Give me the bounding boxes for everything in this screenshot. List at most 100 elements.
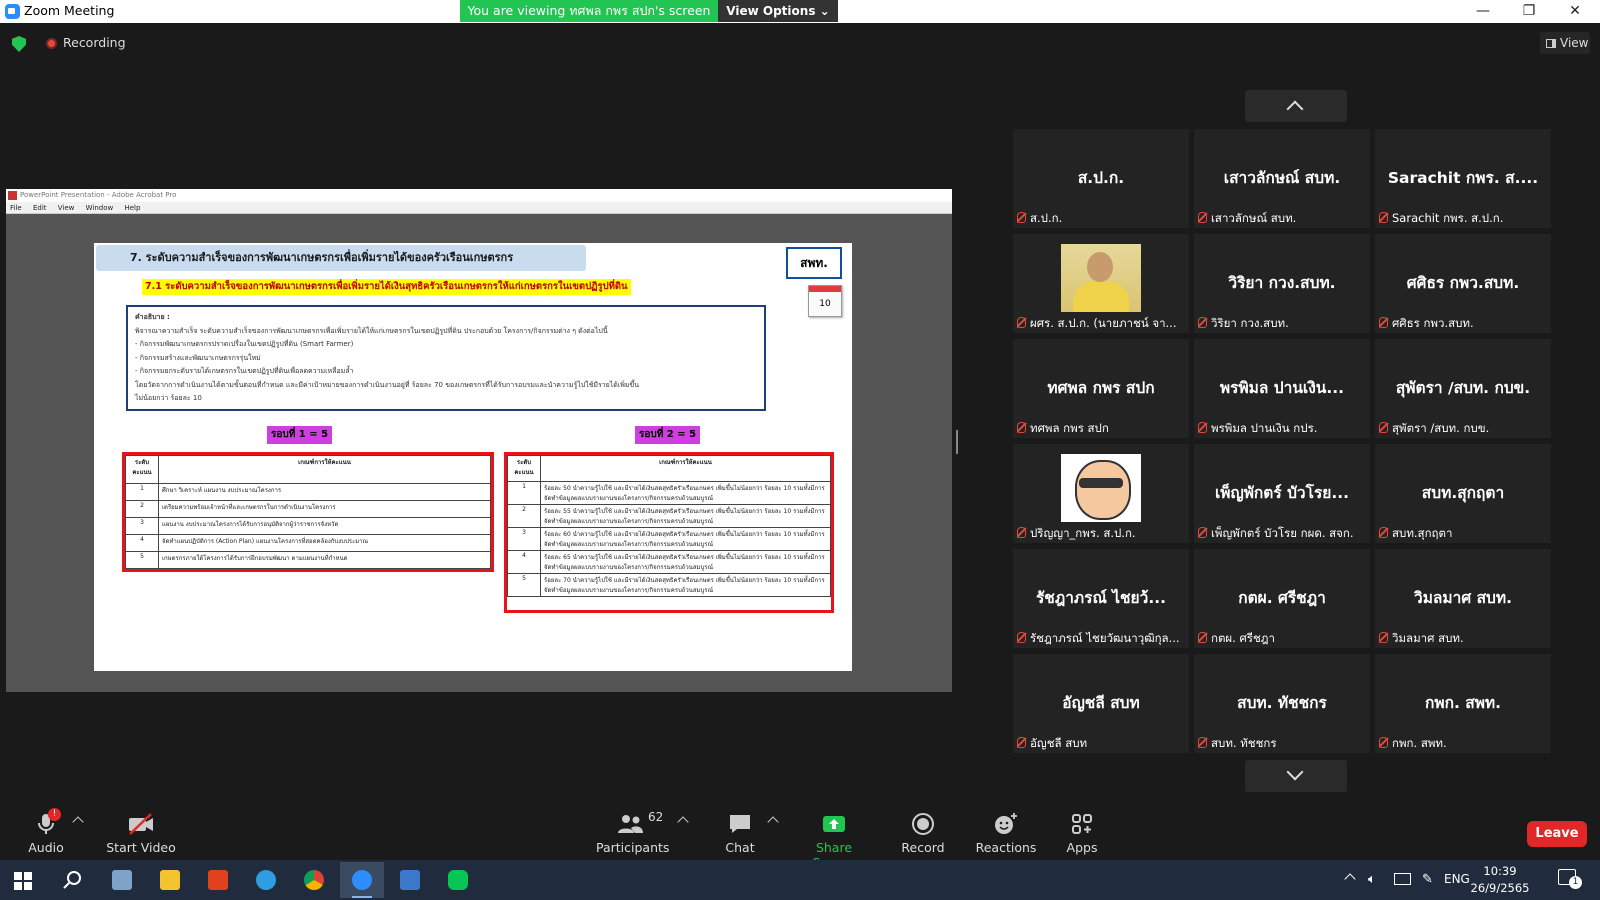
participant-tile[interactable]: อัญชลี สบท อัญชลี สบท [1013,654,1189,753]
participant-tile[interactable]: กพก. สพท. กพก. สพท. [1375,654,1551,753]
description-box: คำอธิบาย : พิจารณาความสำเร็จ ระดับความสำ… [126,305,766,411]
notifications-icon[interactable]: 1 [1558,869,1582,889]
close-button[interactable]: ✕ [1552,0,1598,22]
taskbar-app-office[interactable] [196,862,240,898]
encryption-shield-icon[interactable] [12,36,26,52]
participant-name: พรพิมล ปานเงิน กปร. [1211,421,1318,435]
participant-tile[interactable]: ส.ป.ก. ส.ป.ก. [1013,129,1189,228]
table-cell: ร้อยละ 60 นำความรู้ไปใช้ และมีรายได้เงิน… [540,527,831,551]
table-cell: เตรียมความพร้อมเจ้าหน้าที่และเกษตรกรในกา… [158,500,491,518]
acrobat-menubar: File Edit View Window Help [6,202,952,214]
gallery-prev-button[interactable] [1245,90,1347,122]
taskbar-app-edge[interactable] [244,862,288,898]
chat-label: Chat [725,840,755,855]
table-cell: 3 [507,527,541,551]
recording-label[interactable]: Recording [63,35,126,50]
participant-name: ส.ป.ก. [1030,211,1063,225]
table-header: ระดับคะแนน [125,455,159,484]
participant-display-name: เพ็ญพักตร์ บัวโรย... [1214,484,1350,502]
apps-button[interactable]: Apps [1062,812,1102,855]
record-label: Record [901,840,945,855]
edge-icon [256,870,276,890]
table-cell: 5 [125,551,159,569]
participant-tile[interactable]: ปริญญา_กพร. ส.ป.ก. [1013,444,1189,543]
participant-tile[interactable]: เพ็ญพักตร์ บัวโรย... เพ็ญพักตร์ บัวโรย กผ… [1194,444,1370,543]
table-header: เกณฑ์การให้คะแนน [540,455,831,482]
reactions-button[interactable]: Reactions [973,812,1039,855]
participant-tile[interactable]: รัชฎาภรณ์ ไชยว้... รัชฎาภรณ์ ไชยวัฒนาวุฒิ… [1013,549,1189,648]
pen-icon[interactable]: ✎ [1422,872,1433,887]
participant-name-label: ทศพล กพร สปก [1017,421,1185,436]
table-cell: จัดทำแผนปฏิบัติการ (Action Plan) แผนงานโ… [158,534,491,552]
chat-icon [718,812,762,836]
search-icon[interactable] [62,870,82,890]
audio-options-caret[interactable] [72,816,84,828]
taskbar-app-line[interactable] [436,862,480,898]
participant-tile[interactable]: สบท. ทัชชกร สบท. ทัชชกร [1194,654,1370,753]
participant-tile[interactable]: ผศร. ส.ป.ก. (นายภาชน์ จา... [1013,234,1189,333]
participants-button[interactable]: 62 Participants [596,810,669,855]
office-icon [208,870,228,890]
participant-tile[interactable]: ศศิธร กพว.สบท. ศศิธร กพว.สบท. [1375,234,1551,333]
participant-name: สบท.สุกฤตา [1392,526,1453,540]
muted-mic-icon [1198,737,1207,748]
participant-avatar [1061,454,1141,522]
muted-mic-icon [1017,317,1026,328]
muted-mic-icon [1379,422,1388,433]
view-options-button[interactable]: View Options ⌄ [718,0,838,22]
participant-display-name: Sarachit กพร. ส.... [1387,169,1539,187]
maximize-button[interactable]: ❐ [1506,0,1552,22]
windows-taskbar [0,860,1600,900]
participant-tile[interactable]: กตผ. ศรีชฎา กตผ. ศรีชฎา [1194,549,1370,648]
participant-tile[interactable]: Sarachit กพร. ส.... Sarachit กพร. ส.ป.ก. [1375,129,1551,228]
participant-tile[interactable]: สบท.สุกฤตา สบท.สุกฤตา [1375,444,1551,543]
participant-name: ปริญญา_กพร. ส.ป.ก. [1030,526,1136,540]
participant-tile[interactable]: วิริยา กวง.สบท. วิริยา กวง.สบท. [1194,234,1370,333]
taskbar-app-monitor[interactable] [100,862,144,898]
share-screen-icon [798,812,870,836]
participant-tile[interactable]: สุพัตรา /สบท. กบข. สุพัตรา /สบท. กบข. [1375,339,1551,438]
participant-name: อัญชลี สบท [1030,736,1088,750]
chat-options-caret[interactable] [767,816,779,828]
participant-display-name: ทศพล กพร สปก [1047,379,1155,397]
gallery-next-button[interactable] [1245,760,1347,792]
participant-name-label: ผศร. ส.ป.ก. (นายภาชน์ จา... [1017,316,1185,331]
start-video-button[interactable]: Start Video [106,812,176,855]
participant-tile[interactable]: ทศพล กพร สปก ทศพล กพร สปก [1013,339,1189,438]
table-cell: 5 [507,573,541,597]
taskbar-app-zoom[interactable] [340,862,384,898]
minimize-button[interactable]: — [1460,0,1506,22]
participant-display-name: สบท. ทัชชกร [1237,694,1327,712]
participant-tile[interactable]: พรพิมล ปานเงิน... พรพิมล ปานเงิน กปร. [1194,339,1370,438]
leave-button[interactable]: Leave [1527,821,1587,847]
participant-display-name: ส.ป.ก. [1077,169,1125,187]
participant-name: ทศพล กพร สปก [1030,421,1109,435]
record-button[interactable]: Record [898,812,948,855]
speaker-icon[interactable]: 🔈︎ [1368,872,1376,887]
photos-icon [400,870,420,890]
recording-icon [46,38,57,49]
participants-icon: 62 [596,810,666,836]
video-off-icon [106,812,176,836]
audio-button[interactable]: ! Audio [24,808,68,855]
participants-options-caret[interactable] [677,816,689,828]
split-handle[interactable] [956,430,958,454]
taskbar-app-chrome[interactable] [292,862,336,898]
participant-display-name: กตผ. ศรีชฎา [1238,589,1326,607]
participant-display-name: สุพัตรา /สบท. กบข. [1395,379,1531,397]
windows-start-icon[interactable] [14,872,32,890]
view-button[interactable]: View [1540,32,1590,54]
muted-mic-icon [1198,317,1207,328]
participant-name-label: เพ็ญพักตร์ บัวโรย กผด. สจก. [1198,526,1366,541]
participant-tile[interactable]: เสาวลักษณ์ สบท. เสาวลักษณ์ สบท. [1194,129,1370,228]
participant-display-name: กพก. สพท. [1424,694,1502,712]
muted-mic-icon [1017,527,1026,538]
taskbar-app-photos[interactable] [388,862,432,898]
network-icon[interactable] [1394,873,1411,885]
chat-button[interactable]: Chat [718,812,762,855]
participant-tile[interactable]: วิมลมาศ สบท. วิมลมาศ สบท. [1375,549,1551,648]
participant-name: วิริยา กวง.สบท. [1211,316,1289,330]
system-clock[interactable]: 10:39 26/9/2565 [1465,863,1535,897]
shared-screen[interactable]: PowerPoint Presentation - Adobe Acrobat … [6,189,952,692]
taskbar-app-explorer[interactable] [148,862,192,898]
